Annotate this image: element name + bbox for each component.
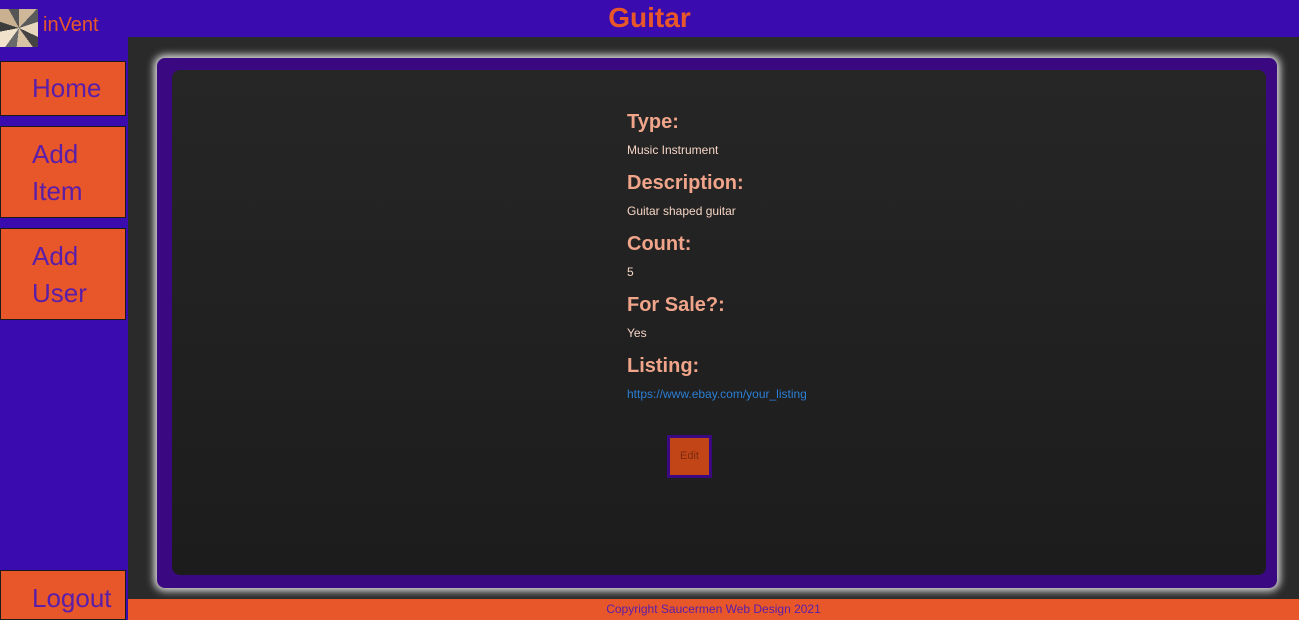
count-label: Count: — [627, 233, 692, 255]
count-value: 5 — [627, 265, 634, 279]
sidebar-item-add-item[interactable]: Add Item — [0, 126, 126, 218]
listing-label: Listing: — [627, 355, 700, 377]
logo-icon[interactable] — [0, 9, 38, 47]
edit-button[interactable]: Edit — [667, 435, 712, 478]
sidebar-item-label: Add Item — [32, 139, 83, 206]
brand-name[interactable]: inVent — [43, 14, 99, 37]
copyright-text: Copyright Saucermen Web Design 2021 — [606, 602, 821, 616]
page-title: Guitar — [608, 2, 691, 33]
sidebar-item-label: Add User — [32, 241, 87, 308]
item-details-panel — [172, 70, 1266, 575]
listing-field: https://www.ebay.com/your_listing — [627, 387, 807, 401]
sidebar-item-label: Home — [32, 73, 102, 103]
top-bar: Guitar — [0, 0, 1299, 37]
for-sale-label: For Sale?: — [627, 294, 725, 316]
listing-link[interactable]: https://www.ebay.com/your_listing — [627, 387, 807, 401]
footer: Copyright Saucermen Web Design 2021 — [128, 599, 1299, 620]
logout-button[interactable]: Logout — [0, 570, 126, 620]
sidebar-item-add-user[interactable]: Add User — [0, 228, 126, 320]
for-sale-value: Yes — [627, 326, 647, 340]
logout-label: Logout — [32, 583, 112, 613]
sidebar-item-home[interactable]: Home — [0, 61, 126, 116]
sidebar: Home Add Item Add User Logout — [0, 37, 128, 620]
description-label: Description: — [627, 172, 744, 194]
description-value: Guitar shaped guitar — [627, 204, 736, 218]
type-value: Music Instrument — [627, 143, 719, 157]
type-label: Type: — [627, 111, 679, 133]
